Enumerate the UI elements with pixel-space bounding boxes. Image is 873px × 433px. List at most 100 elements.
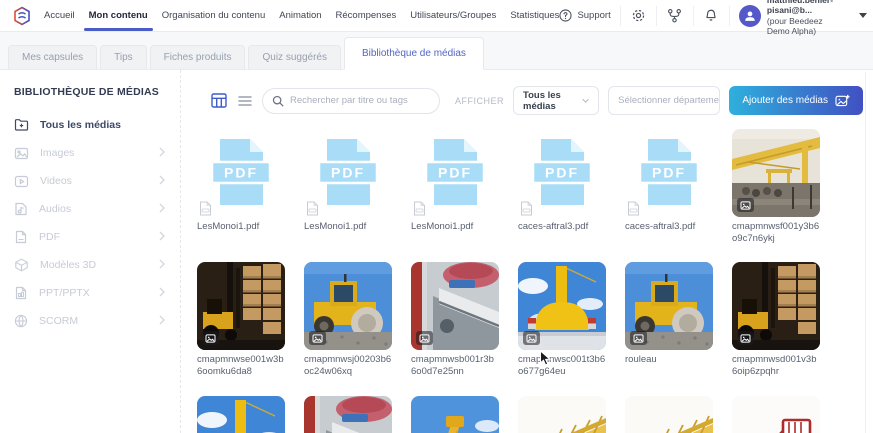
media-tile-image[interactable]: cmapmnwsb001r3b6o0d7e25nn xyxy=(411,262,499,377)
department-placeholder: Sélectionner départemen... xyxy=(618,95,720,106)
photo-thumbnail-forklift xyxy=(732,262,820,350)
pdf-thumbnail: PDF xyxy=(625,129,713,217)
support-button[interactable]: Support xyxy=(559,9,610,22)
divider xyxy=(620,6,621,26)
sidebar-item-scorm[interactable]: SCORM xyxy=(14,307,180,335)
media-row: PDF LesMonoi1.pdf PDF LesMonoi1.pdf PDF xyxy=(197,129,873,244)
bell-icon[interactable] xyxy=(702,8,720,23)
tab-tips[interactable]: Tips xyxy=(100,45,147,69)
pdf-file-badge-icon xyxy=(520,201,533,216)
media-tile-image[interactable]: cmapmnwse001w3b6oomku6da8 xyxy=(197,262,285,377)
pdf-thumbnail: PDF xyxy=(518,129,606,217)
chevron-right-icon xyxy=(159,147,165,160)
media-filename: caces-aftral3.pdf xyxy=(625,221,713,233)
tab-bibliotheque-medias[interactable]: Bibliothèque de médias xyxy=(344,37,484,70)
media-tile-image[interactable]: cmapmnwsd001v3b6oip6zpqhr xyxy=(732,262,820,377)
media-tile-image[interactable]: rouleau xyxy=(625,262,713,377)
photo-thumbnail-crane-sky xyxy=(518,262,606,350)
image-badge-icon xyxy=(737,198,754,212)
tab-mes-capsules[interactable]: Mes capsules xyxy=(8,45,97,69)
media-tile-pdf[interactable]: PDF caces-aftral3.pdf xyxy=(625,129,713,244)
sidebar-item-tous-les-medias[interactable]: Tous les médias xyxy=(14,111,180,139)
media-tile-image[interactable] xyxy=(518,396,606,433)
photo-thumbnail-red-boom-lift xyxy=(732,396,820,433)
pdf-glyph-text: PDF xyxy=(224,165,258,181)
photo-thumbnail-machinery xyxy=(304,396,392,433)
gear-icon[interactable] xyxy=(630,8,648,23)
search-input[interactable] xyxy=(262,88,440,114)
sidebar-item-ppt-pptx[interactable]: PPT/PPTX xyxy=(14,279,180,307)
media-grid-panel: AFFICHER Tous les médias Sélectionner dé… xyxy=(181,70,873,433)
list-view-icon[interactable] xyxy=(238,95,252,107)
media-type-select[interactable]: Tous les médias xyxy=(513,86,599,115)
media-tile-image[interactable]: cmapmnwsf001y3b6o9c7n6ykj xyxy=(732,129,820,244)
sidebar-item-modeles-3d[interactable]: Modèles 3D xyxy=(14,251,180,279)
media-filename: cmapmnwsj00203b6oc24w06xq xyxy=(304,354,392,377)
media-tile-image[interactable]: cmapmnwsj00203b6oc24w06xq xyxy=(304,262,392,377)
search-icon xyxy=(272,95,284,107)
scrollbar-track[interactable] xyxy=(865,72,866,433)
media-tile-image[interactable] xyxy=(732,396,820,433)
grid-view-icon[interactable] xyxy=(211,93,227,108)
sidebar-title: BIBLIOTHÈQUE DE MÉDIAS xyxy=(14,86,180,98)
media-tile-image[interactable] xyxy=(411,396,499,433)
content-tabs: Mes capsules Tips Fiches produits Quiz s… xyxy=(0,32,873,70)
nav-recompenses[interactable]: Récompenses xyxy=(336,0,397,31)
nav-statistiques[interactable]: Statistiques xyxy=(510,0,559,31)
pdf-thumbnail: PDF xyxy=(411,129,499,217)
image-badge-icon xyxy=(737,331,754,345)
department-select[interactable]: Sélectionner départemen... xyxy=(608,86,720,115)
media-tile-image[interactable]: cmapmnwsc001t3b6o677g64eu xyxy=(518,262,606,377)
media-tile-image[interactable] xyxy=(625,396,713,433)
media-tile-pdf[interactable]: PDF LesMonoi1.pdf xyxy=(411,129,499,244)
pdf-thumbnail: PDF xyxy=(197,129,285,217)
beedeez-logo[interactable] xyxy=(12,6,32,26)
media-tile-pdf[interactable]: PDF caces-aftral3.pdf xyxy=(518,129,606,244)
folder-add-icon xyxy=(14,118,29,132)
sidebar-item-label: Audios xyxy=(39,203,148,215)
media-filename: cmapmnwsb001r3b6o0d7e25nn xyxy=(411,354,499,377)
sidebar-item-pdf[interactable]: PDF xyxy=(14,223,180,251)
avatar xyxy=(739,5,761,27)
media-filename: cmapmnwse001w3b6oomku6da8 xyxy=(197,354,285,377)
cube-3d-icon xyxy=(14,258,29,272)
sidebar-item-label: Modèles 3D xyxy=(40,259,148,271)
nav-animation[interactable]: Animation xyxy=(279,0,321,31)
pdf-file-badge-icon xyxy=(413,201,426,216)
sidebar-item-label: Tous les médias xyxy=(40,119,165,131)
sidebar-item-audios[interactable]: Audios xyxy=(14,195,180,223)
chevron-right-icon xyxy=(159,175,165,188)
account-menu[interactable]: matthieu.benier-pisani@b... (pour Beedee… xyxy=(739,0,867,37)
media-filename: LesMonoi1.pdf xyxy=(197,221,285,233)
media-row: cmapmnwse001w3b6oomku6da8 cmapmnwsj00203… xyxy=(197,262,873,377)
media-filename: caces-aftral3.pdf xyxy=(518,221,606,233)
sidebar-item-videos[interactable]: Videos xyxy=(14,167,180,195)
media-tile-image[interactable] xyxy=(304,396,392,433)
image-icon xyxy=(14,147,29,160)
media-tile-pdf[interactable]: PDF LesMonoi1.pdf xyxy=(197,129,285,244)
nav-utilisateurs-groupes[interactable]: Utilisateurs/Groupes xyxy=(410,0,496,31)
nav-mon-contenu[interactable]: Mon contenu xyxy=(89,0,148,31)
media-tile-pdf[interactable]: PDF LesMonoi1.pdf xyxy=(304,129,392,244)
nav-organisation[interactable]: Organisation du contenu xyxy=(162,0,266,31)
pdf-file-badge-icon xyxy=(306,201,319,216)
add-media-label: Ajouter des médias xyxy=(742,95,828,106)
photo-thumbnail-forklift xyxy=(197,262,285,350)
nav-accueil[interactable]: Accueil xyxy=(44,0,75,31)
tab-quiz-suggeres[interactable]: Quiz suggérés xyxy=(248,45,340,69)
media-tile-image[interactable] xyxy=(197,396,285,433)
add-media-button[interactable]: Ajouter des médias xyxy=(729,86,863,115)
media-sidebar: BIBLIOTHÈQUE DE MÉDIAS Tous les médias I… xyxy=(0,70,181,433)
media-filename: cmapmnwsd001v3b6oip6zpqhr xyxy=(732,354,820,377)
image-badge-icon xyxy=(523,331,540,345)
chevron-down-icon xyxy=(582,98,589,104)
sidebar-item-images[interactable]: Images xyxy=(14,139,180,167)
video-icon xyxy=(14,175,29,188)
photo-thumbnail-road-roller xyxy=(625,262,713,350)
branch-icon[interactable] xyxy=(666,8,684,23)
photo-thumbnail-truss xyxy=(625,396,713,433)
tab-fiches-produits[interactable]: Fiches produits xyxy=(150,45,246,69)
chevron-down-icon xyxy=(859,13,867,18)
pdf-file-icon xyxy=(14,230,28,244)
photo-thumbnail-gantry-crane xyxy=(732,129,820,217)
